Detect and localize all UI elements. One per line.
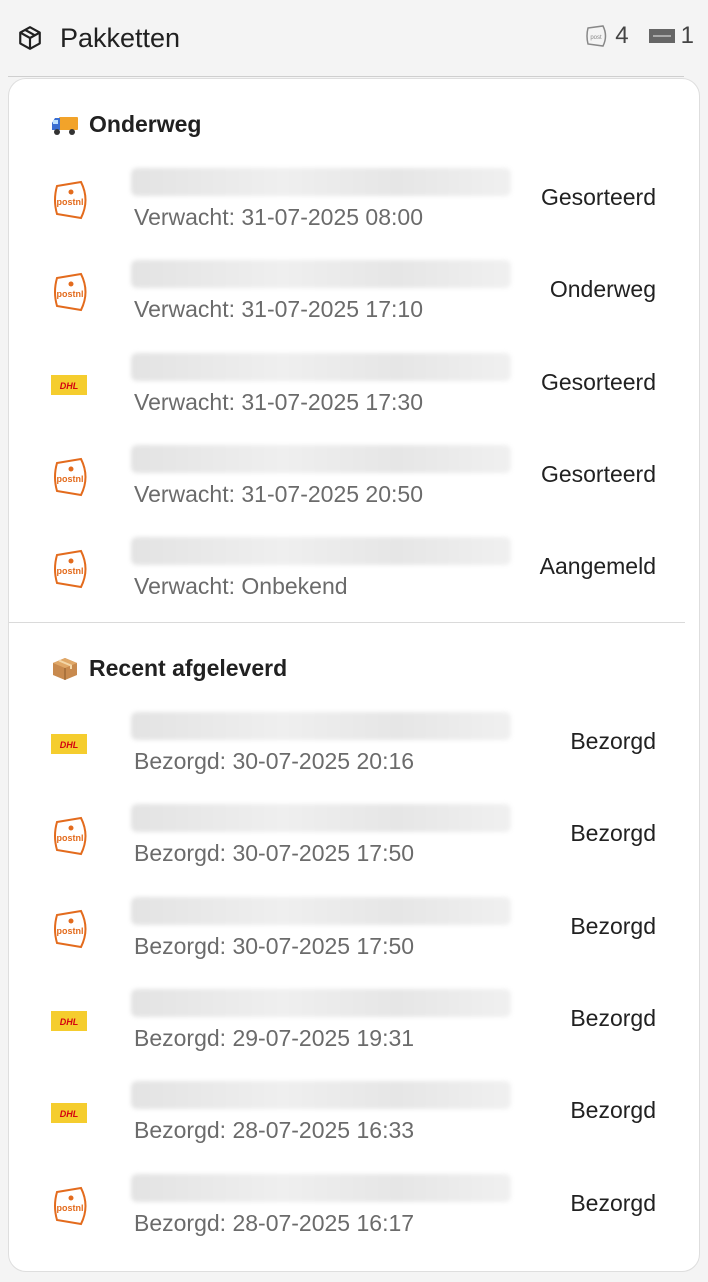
postnl-logo-icon: postnl bbox=[54, 817, 87, 856]
svg-text:DHL: DHL bbox=[60, 1109, 79, 1119]
package-row[interactable]: DHL Bezorgd: 30-07-2025 20:16 Bezorgd bbox=[9, 708, 701, 800]
svg-text:postnl: postnl bbox=[57, 1203, 84, 1213]
package-name-redacted bbox=[131, 988, 511, 1017]
svg-text:postnl: postnl bbox=[57, 289, 84, 299]
section-title-label: Onderweg bbox=[89, 111, 202, 137]
package-status: Bezorgd bbox=[570, 1097, 656, 1124]
package-row[interactable]: postnl Verwacht: 31-07-2025 08:00 Gesortee… bbox=[9, 164, 701, 256]
packages-card: Onderweg postnl Verwacht: 31-07-2025 08:00… bbox=[8, 78, 700, 1272]
package-eta: Bezorgd: 28-07-2025 16:33 bbox=[134, 1117, 415, 1144]
package-status: Bezorgd bbox=[570, 820, 656, 847]
package-eta: Bezorgd: 30-07-2025 17:50 bbox=[134, 840, 415, 867]
package-name-redacted bbox=[131, 804, 511, 833]
package-row[interactable]: postnl Bezorgd: 30-07-2025 17:50 Bezorgd bbox=[9, 893, 701, 985]
package-eta: Verwacht: 31-07-2025 08:00 bbox=[134, 204, 423, 230]
dhl-icon bbox=[648, 29, 675, 43]
package-row[interactable]: postnl Bezorgd: 28-07-2025 16:17 Bezorgd bbox=[9, 1170, 701, 1262]
package-row[interactable]: DHL Bezorgd: 28-07-2025 16:33 Bezorgd bbox=[9, 1077, 701, 1169]
dhl-logo-icon: DHL bbox=[51, 374, 87, 395]
truck-icon bbox=[52, 116, 78, 135]
header-divider bbox=[8, 76, 684, 77]
package-eta: Bezorgd: 28-07-2025 16:17 bbox=[134, 1209, 415, 1236]
svg-text:DHL: DHL bbox=[60, 381, 79, 391]
package-eta: Verwacht: 31-07-2025 20:50 bbox=[134, 480, 423, 507]
package-row[interactable]: postnl Verwacht: Onbekend Aangemeld bbox=[9, 533, 701, 625]
svg-text:post: post bbox=[591, 35, 603, 41]
package-row[interactable]: postnl Verwacht: 31-07-2025 17:10 Onderweg bbox=[9, 256, 701, 348]
dhl-logo-icon: DHL bbox=[51, 734, 87, 754]
package-name-redacted bbox=[131, 168, 511, 196]
package-row[interactable]: DHL Verwacht: 31-07-2025 17:30 Gesorteerd bbox=[9, 349, 701, 441]
package-name-redacted bbox=[131, 1081, 511, 1110]
dhl-count[interactable]: 1 bbox=[648, 22, 694, 50]
section-divider bbox=[9, 622, 685, 623]
header: Pakketten post 4 1 bbox=[0, 0, 708, 76]
package-eta: Bezorgd: 30-07-2025 17:50 bbox=[134, 932, 415, 959]
package-eta: Verwacht: Onbekend bbox=[134, 573, 348, 600]
package-icon bbox=[19, 26, 41, 50]
package-status: Aangemeld bbox=[539, 553, 656, 580]
package-status: Gesorteerd bbox=[540, 368, 656, 395]
postnl-logo-icon: postnl bbox=[54, 909, 87, 948]
package-status: Bezorgd bbox=[570, 1004, 656, 1031]
svg-text:DHL: DHL bbox=[60, 1017, 79, 1027]
svg-text:postnl: postnl bbox=[57, 833, 84, 843]
package-status: Gesorteerd bbox=[540, 184, 656, 210]
package-eta: Verwacht: 31-07-2025 17:10 bbox=[134, 296, 423, 323]
page-title: Pakketten bbox=[60, 23, 181, 53]
postnl-logo-icon: postnl bbox=[54, 1186, 87, 1225]
dhl-logo-icon: DHL bbox=[51, 1103, 87, 1124]
postnl-logo-icon: postnl bbox=[54, 457, 87, 496]
package-row[interactable]: DHL Bezorgd: 29-07-2025 19:31 Bezorgd bbox=[9, 985, 701, 1077]
package-status: Bezorgd bbox=[570, 728, 656, 754]
postnl-logo-icon: postnl bbox=[54, 180, 87, 220]
package-name-redacted bbox=[131, 537, 511, 566]
package-status: Gesorteerd bbox=[540, 460, 656, 487]
package-name-redacted bbox=[131, 1173, 511, 1202]
section-title-recent-afgeleverd: Recent afgeleverd bbox=[51, 655, 287, 682]
svg-text:postnl: postnl bbox=[57, 926, 84, 936]
svg-text:postnl: postnl bbox=[57, 197, 84, 207]
package-eta: Verwacht: 31-07-2025 17:30 bbox=[134, 388, 423, 415]
dhl-logo-icon: DHL bbox=[51, 1010, 87, 1031]
postnl-count[interactable]: post 4 bbox=[585, 22, 629, 50]
svg-text:DHL: DHL bbox=[60, 740, 79, 750]
package-name-redacted bbox=[131, 444, 511, 473]
package-name-redacted bbox=[131, 896, 511, 925]
section-title-label: Recent afgeleverd bbox=[89, 655, 288, 681]
postnl-logo-icon: postnl bbox=[54, 550, 87, 589]
package-status: Bezorgd bbox=[570, 1189, 656, 1216]
package-emoji-icon bbox=[53, 657, 77, 680]
package-status: Bezorgd bbox=[570, 912, 656, 939]
package-eta: Bezorgd: 30-07-2025 20:16 bbox=[134, 748, 415, 774]
section-title-onderweg: Onderweg bbox=[51, 111, 201, 138]
svg-text:postnl: postnl bbox=[57, 566, 84, 576]
postnl-logo-icon: postnl bbox=[54, 273, 87, 312]
package-row[interactable]: postnl Bezorgd: 30-07-2025 17:50 Bezorgd bbox=[9, 800, 701, 892]
package-name-redacted bbox=[131, 712, 511, 740]
package-row[interactable]: postnl Verwacht: 31-07-2025 20:50 Gesortee… bbox=[9, 441, 701, 533]
package-status: Onderweg bbox=[549, 276, 656, 303]
postnl-icon: post bbox=[586, 25, 607, 47]
package-eta: Bezorgd: 29-07-2025 19:31 bbox=[134, 1024, 415, 1051]
package-name-redacted bbox=[131, 352, 511, 381]
carrier-counts: post 4 1 bbox=[571, 22, 694, 50]
svg-text:postnl: postnl bbox=[57, 474, 84, 484]
package-name-redacted bbox=[131, 260, 511, 289]
